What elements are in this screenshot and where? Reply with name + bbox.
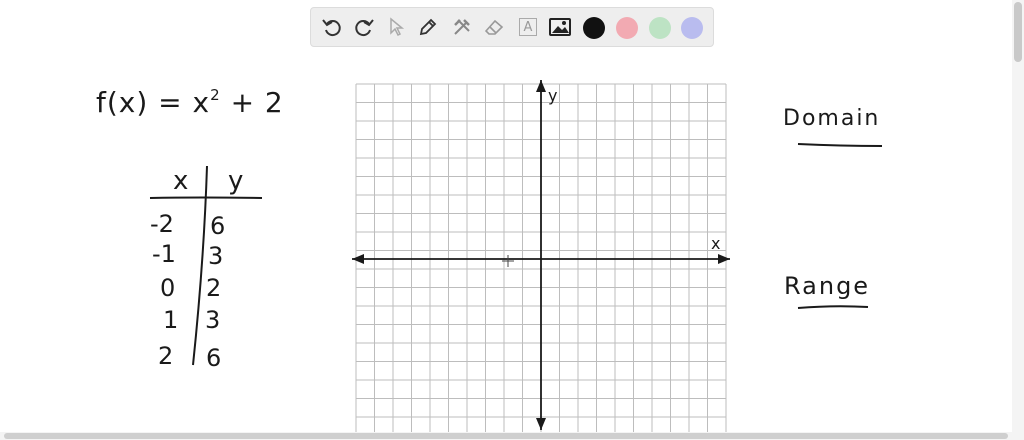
undo-button[interactable] — [319, 14, 345, 40]
pointer-button[interactable] — [383, 14, 409, 40]
whiteboard-canvas[interactable]: f(x) = x2 + 2 x y -2 6 -1 3 0 2 1 3 2 6 … — [0, 0, 1024, 440]
pointer-icon — [390, 17, 405, 37]
range-underline — [797, 305, 869, 309]
redo-button[interactable] — [351, 14, 377, 40]
pen-icon — [419, 18, 437, 36]
x-axis-arrow-left — [352, 254, 364, 264]
table-y-value: 2 — [206, 274, 222, 302]
y-axis-label: y — [548, 86, 558, 105]
table-header-y: y — [228, 166, 244, 196]
table-x-value: 2 — [158, 342, 174, 370]
range-label: Range — [784, 272, 871, 300]
color-purple-swatch[interactable] — [681, 17, 703, 39]
tools-icon — [454, 19, 470, 35]
domain-underline — [797, 143, 883, 147]
y-axis-arrow-down — [536, 418, 546, 430]
image-button[interactable] — [547, 14, 573, 40]
coordinate-grid — [352, 80, 730, 432]
color-black-swatch[interactable] — [583, 17, 605, 39]
table-header-x: x — [173, 166, 189, 196]
function-lhs: f(x) = x — [96, 86, 211, 119]
drawing-toolbar: A — [310, 7, 714, 47]
eraser-button[interactable] — [481, 14, 507, 40]
table-y-value: 6 — [210, 212, 226, 240]
vertical-scrollbar[interactable] — [1012, 0, 1024, 440]
horizontal-scroll-thumb[interactable] — [4, 433, 1008, 439]
redo-icon — [355, 19, 374, 37]
image-icon — [549, 18, 571, 36]
table-x-value: 0 — [160, 274, 176, 302]
pen-button[interactable] — [415, 14, 441, 40]
horizontal-scrollbar[interactable] — [0, 432, 1012, 440]
tools-button[interactable] — [449, 14, 475, 40]
table-x-value: -2 — [150, 210, 174, 238]
table-x-value: 1 — [163, 306, 179, 334]
y-axis-arrow-up — [536, 80, 546, 92]
function-exponent: 2 — [210, 85, 221, 104]
table-y-value: 6 — [206, 344, 222, 372]
color-green-swatch[interactable] — [649, 17, 671, 39]
vertical-scroll-thumb[interactable] — [1014, 2, 1022, 62]
x-axis-label: x — [711, 234, 721, 253]
text-button[interactable]: A — [515, 14, 541, 40]
eraser-icon — [484, 19, 504, 35]
table-x-value: -1 — [152, 240, 176, 268]
function-expression: f(x) = x2 + 2 — [96, 86, 284, 119]
color-pink-swatch[interactable] — [616, 17, 638, 39]
table-y-value: 3 — [205, 306, 221, 334]
text-icon: A — [519, 18, 537, 36]
domain-label: Domain — [783, 106, 881, 131]
undo-icon — [322, 19, 341, 37]
table-y-value: 3 — [208, 242, 224, 270]
function-rhs: + 2 — [230, 86, 284, 119]
x-axis-arrow-right — [718, 254, 730, 264]
